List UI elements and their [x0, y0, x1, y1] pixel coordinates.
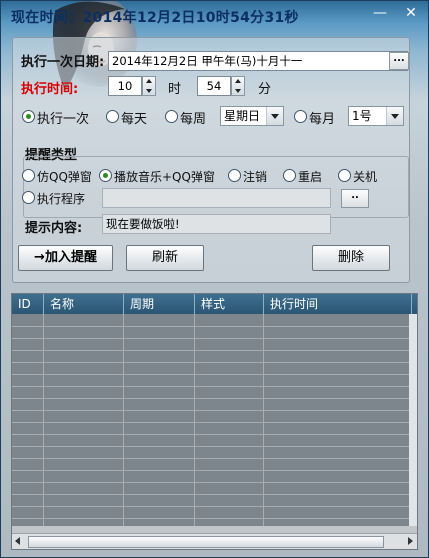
date-label: 执行一次日期: [21, 55, 105, 70]
hour-unit: 时 [168, 82, 182, 97]
radio-logoff[interactable] [228, 169, 241, 182]
radio-music-qq-label[interactable]: 播放音乐+QQ弹窗 [114, 168, 215, 185]
program-path-input[interactable] [102, 188, 331, 208]
minute-unit: 分 [258, 82, 272, 97]
delete-button[interactable]: 删除 [312, 245, 390, 271]
browse-button[interactable]: .. [341, 189, 369, 208]
hour-spinner[interactable] [142, 76, 156, 96]
scroll-thumb[interactable] [28, 536, 384, 548]
radio-restart[interactable] [283, 169, 296, 182]
scroll-left-icon[interactable] [15, 537, 20, 545]
radio-daily-label[interactable]: 每天 [121, 108, 147, 127]
weekday-value: 星期日 [224, 109, 261, 123]
hour-input[interactable]: 10 [108, 76, 142, 96]
radio-monthly[interactable] [294, 110, 307, 123]
scroll-right-icon[interactable] [408, 537, 413, 545]
table-column-divider [12, 314, 44, 526]
radio-qq-popup-label[interactable]: 仿QQ弹窗 [37, 168, 92, 185]
minute-input[interactable]: 54 [197, 76, 231, 96]
title-bar: 现在时间：2014年12月2日10时54分31秒 — ✕ [1, 1, 428, 91]
column-header-exec-time[interactable]: 执行时间 [264, 294, 412, 314]
spin-up-icon[interactable] [235, 79, 241, 83]
table-column-divider [124, 314, 195, 526]
window-title: 现在时间：2014年12月2日10时54分31秒 [11, 10, 299, 26]
monthday-select[interactable]: 1号 [348, 106, 404, 126]
column-header-id[interactable]: ID [12, 294, 44, 314]
radio-qq-popup[interactable] [22, 169, 35, 182]
radio-run-program[interactable] [22, 191, 35, 204]
radio-weekly[interactable] [165, 110, 178, 123]
horizontal-scrollbar[interactable] [12, 533, 417, 549]
column-header-name[interactable]: 名称 [44, 294, 124, 314]
dropdown-arrow-icon[interactable] [266, 107, 283, 125]
radio-once[interactable] [22, 110, 35, 123]
radio-daily[interactable] [106, 110, 119, 123]
table-header: ID 名称 周期 样式 执行时间 [12, 294, 417, 314]
radio-monthly-label[interactable]: 每月 [309, 108, 335, 127]
radio-logoff-label[interactable]: 注销 [243, 168, 267, 185]
column-header-style[interactable]: 样式 [195, 294, 264, 314]
spin-up-icon[interactable] [146, 79, 152, 83]
table-column-divider [44, 314, 124, 526]
radio-shutdown-label[interactable]: 关机 [353, 168, 377, 185]
date-field[interactable]: 2014年12月2日 甲午年(马)十月十一 [108, 51, 408, 71]
spin-down-icon[interactable] [235, 89, 241, 93]
date-picker-button[interactable]: ... [389, 52, 409, 70]
close-button[interactable]: ✕ [398, 3, 424, 23]
prompt-label: 提示内容: [25, 221, 83, 236]
app-window: 现在时间：2014年12月2日10时54分31秒 — ✕ 执行一次日期: 201… [0, 0, 429, 558]
reminder-table[interactable]: ID 名称 周期 样式 执行时间 [11, 293, 418, 550]
radio-once-label[interactable]: 执行一次 [37, 108, 89, 127]
minute-spinner[interactable] [231, 76, 245, 96]
radio-weekly-label[interactable]: 每周 [180, 108, 206, 127]
spin-down-icon[interactable] [146, 89, 152, 93]
add-reminder-button[interactable]: →加入提醒 [18, 245, 113, 271]
weekday-select[interactable]: 星期日 [220, 106, 284, 126]
table-column-divider [264, 314, 412, 526]
table-column-divider [195, 314, 264, 526]
radio-shutdown[interactable] [338, 169, 351, 182]
refresh-button[interactable]: 刷新 [126, 245, 204, 271]
time-label: 执行时间: [21, 82, 79, 97]
reminder-type-group [23, 156, 409, 218]
prompt-input[interactable]: 现在要做饭啦! [102, 214, 331, 234]
radio-run-program-label[interactable]: 执行程序 [37, 190, 85, 207]
radio-music-qq[interactable] [99, 169, 112, 182]
minimize-button[interactable]: — [367, 3, 393, 23]
dropdown-arrow-icon[interactable] [386, 107, 403, 125]
column-header-period[interactable]: 周期 [124, 294, 195, 314]
radio-restart-label[interactable]: 重启 [298, 168, 322, 185]
monthday-value: 1号 [352, 109, 372, 123]
vertical-scrollbar[interactable] [409, 314, 417, 526]
